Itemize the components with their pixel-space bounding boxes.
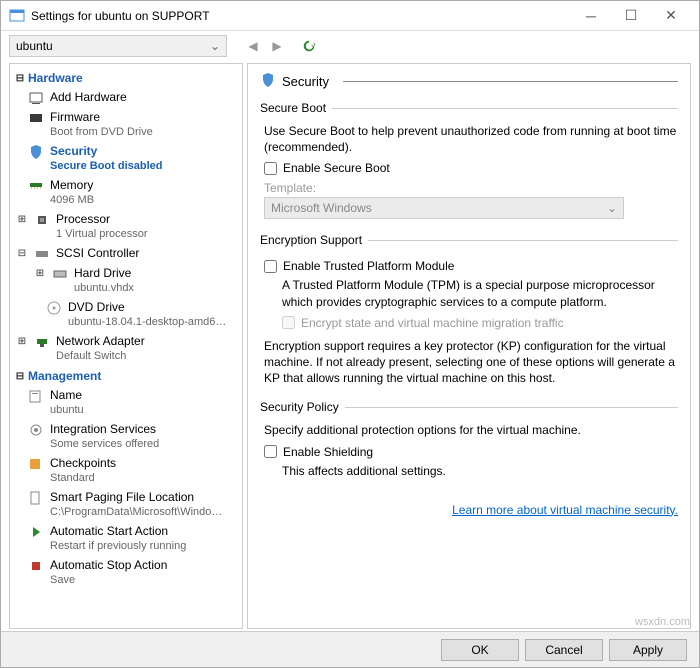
divider (343, 81, 678, 82)
secure-boot-desc: Use Secure Boot to help prevent unauthor… (264, 123, 678, 155)
enable-shielding-checkbox[interactable]: Enable Shielding (264, 445, 678, 459)
checkpoints-icon (28, 456, 44, 472)
checkbox-input[interactable] (264, 162, 277, 175)
hard-drive-icon (52, 266, 68, 282)
chevron-down-icon: ⌄ (607, 201, 617, 215)
collapse-icon: ⊟ (14, 371, 26, 382)
expand-icon: ⊞ (34, 266, 46, 281)
collapse-icon: ⊟ (14, 73, 26, 84)
sidebar-item-integration[interactable]: Integration ServicesSome services offere… (10, 420, 242, 454)
watermark: wsxdn.com (635, 616, 690, 628)
tpm-desc: A Trusted Platform Module (TPM) is a spe… (282, 277, 678, 309)
dialog-footer: OK Cancel Apply (1, 631, 699, 667)
shield-icon (260, 72, 276, 91)
close-button[interactable]: ✕ (651, 2, 691, 30)
sidebar-item-auto-start[interactable]: Automatic Start ActionRestart if previou… (10, 522, 242, 556)
hardware-section-header[interactable]: ⊟ Hardware (10, 68, 242, 88)
shielding-note: This affects additional settings. (282, 463, 678, 479)
dvd-drive-icon (46, 300, 62, 316)
sidebar-item-firmware[interactable]: FirmwareBoot from DVD Drive (10, 108, 242, 142)
sidebar-item-hard-drive[interactable]: ⊞ Hard Driveubuntu.vhdx (10, 264, 242, 298)
main-panel: Security Secure Boot Use Secure Boot to … (247, 63, 691, 629)
enable-secure-boot-checkbox[interactable]: Enable Secure Boot (264, 161, 678, 175)
memory-icon (28, 178, 44, 194)
window-title: Settings for ubuntu on SUPPORT (31, 9, 571, 23)
checkbox-input[interactable] (264, 260, 277, 273)
checkbox-input (282, 316, 295, 329)
expand-icon: ⊞ (16, 212, 28, 227)
nav-back-button[interactable]: ◀ (243, 36, 263, 56)
minimize-button[interactable]: ─ (571, 2, 611, 30)
sidebar-item-scsi[interactable]: ⊟ SCSI Controller (10, 244, 242, 264)
integration-icon (28, 422, 44, 438)
processor-icon (34, 212, 50, 228)
add-hardware-icon (28, 90, 44, 106)
shield-icon (28, 144, 44, 160)
toolbar: ubuntu ⌄ ◀ ▶ (1, 31, 699, 61)
smart-paging-icon (28, 490, 44, 506)
sidebar-item-smart-paging[interactable]: Smart Paging File LocationC:\ProgramData… (10, 488, 242, 522)
sidebar-item-network[interactable]: ⊞ Network AdapterDefault Switch (10, 332, 242, 366)
collapse-icon: ⊟ (16, 246, 28, 261)
template-dropdown: Microsoft Windows ⌄ (264, 197, 624, 219)
sidebar-item-memory[interactable]: Memory4096 MB (10, 176, 242, 210)
template-label: Template: (264, 181, 678, 195)
app-icon (9, 8, 25, 24)
cancel-button[interactable]: Cancel (525, 639, 603, 661)
sidebar-item-checkpoints[interactable]: CheckpointsStandard (10, 454, 242, 488)
panel-title: Security (282, 74, 329, 89)
sidebar-item-dvd-drive[interactable]: DVD Driveubuntu-18.04.1-desktop-amd6… (10, 298, 242, 332)
vm-selector-value: ubuntu (16, 39, 53, 53)
expand-icon: ⊞ (16, 334, 28, 349)
auto-start-icon (28, 524, 44, 540)
sidebar-item-security[interactable]: SecuritySecure Boot disabled (10, 142, 242, 176)
settings-tree: ⊟ Hardware Add Hardware FirmwareBoot fro… (9, 63, 243, 629)
nav-forward-button[interactable]: ▶ (267, 36, 287, 56)
secure-boot-group: Secure Boot Use Secure Boot to help prev… (260, 101, 678, 219)
name-icon (28, 388, 44, 404)
encryption-note: Encryption support requires a key protec… (264, 338, 678, 387)
sidebar-item-name[interactable]: Nameubuntu (10, 386, 242, 420)
vm-selector-dropdown[interactable]: ubuntu ⌄ (9, 35, 227, 57)
scsi-icon (34, 246, 50, 262)
auto-stop-icon (28, 558, 44, 574)
encrypt-state-checkbox: Encrypt state and virtual machine migrat… (282, 316, 678, 330)
ok-button[interactable]: OK (441, 639, 519, 661)
checkbox-input[interactable] (264, 445, 277, 458)
section-title: Hardware (28, 71, 83, 85)
policy-group: Security Policy Specify additional prote… (260, 400, 678, 478)
refresh-button[interactable] (299, 36, 319, 56)
chevron-down-icon: ⌄ (210, 39, 220, 53)
encryption-legend: Encryption Support (260, 233, 368, 247)
section-title: Management (28, 369, 101, 383)
network-icon (34, 334, 50, 350)
apply-button[interactable]: Apply (609, 639, 687, 661)
encryption-group: Encryption Support Enable Trusted Platfo… (260, 233, 678, 386)
maximize-button[interactable]: ☐ (611, 2, 651, 30)
enable-tpm-checkbox[interactable]: Enable Trusted Platform Module (264, 259, 678, 273)
titlebar: Settings for ubuntu on SUPPORT ─ ☐ ✕ (1, 1, 699, 31)
policy-legend: Security Policy (260, 400, 345, 414)
sidebar-item-add-hardware[interactable]: Add Hardware (10, 88, 242, 108)
learn-more-link[interactable]: Learn more about virtual machine securit… (452, 503, 678, 517)
policy-desc: Specify additional protection options fo… (264, 422, 678, 438)
sidebar-item-auto-stop[interactable]: Automatic Stop ActionSave (10, 556, 242, 590)
sidebar-item-processor[interactable]: ⊞ Processor1 Virtual processor (10, 210, 242, 244)
firmware-icon (28, 110, 44, 126)
secure-boot-legend: Secure Boot (260, 101, 332, 115)
management-section-header[interactable]: ⊟ Management (10, 366, 242, 386)
